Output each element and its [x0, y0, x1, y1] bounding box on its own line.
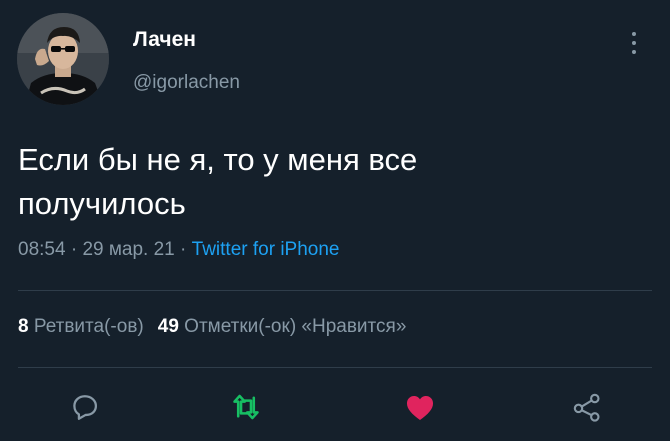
menu-dot: [632, 41, 636, 45]
more-vertical-icon[interactable]: [626, 28, 642, 58]
meta-separator: ·: [65, 239, 83, 260]
divider: [18, 290, 652, 291]
tweet-source-link[interactable]: Twitter for iPhone: [192, 239, 340, 260]
retweet-icon[interactable]: [229, 390, 263, 424]
tweet-text: Если бы не я, то у меня все получилось: [18, 138, 578, 226]
heart-icon[interactable]: [403, 390, 437, 424]
retweets-label: Ретвита(-ов): [33, 316, 144, 337]
tweet-stats: 8 Ретвита(-ов) 49 Отметки(-ок) «Нравится»: [18, 316, 406, 338]
divider: [18, 367, 652, 368]
retweets-count: 8: [18, 316, 29, 337]
tweet-meta: 08:54 · 29 мар. 21 · Twitter for iPhone: [18, 239, 339, 261]
likes-count: 49: [157, 316, 179, 337]
tweet-text-line: Если бы не я, то у меня все: [18, 142, 418, 177]
likes-label: Отметки(-ок) «Нравится»: [184, 316, 407, 337]
menu-dot: [632, 50, 636, 54]
author-display-name[interactable]: Лачен: [133, 28, 196, 52]
avatar[interactable]: [17, 13, 109, 105]
retweets-stat[interactable]: 8 Ретвита(-ов): [18, 316, 144, 337]
avatar-photo: [17, 13, 109, 105]
tweet-text-line: получилось: [18, 186, 186, 221]
reply-icon[interactable]: [68, 390, 102, 424]
likes-stat[interactable]: 49 Отметки(-ок) «Нравится»: [158, 316, 407, 337]
share-icon[interactable]: [570, 390, 604, 424]
menu-dot: [632, 32, 636, 36]
tweet-time: 08:54: [18, 239, 66, 260]
tweet-detail: Лачен @igorlachen Если бы не я, то у мен…: [0, 0, 670, 441]
author-username[interactable]: @igorlachen: [133, 72, 240, 94]
meta-separator: ·: [174, 239, 192, 260]
tweet-date: 29 мар. 21: [82, 239, 175, 260]
